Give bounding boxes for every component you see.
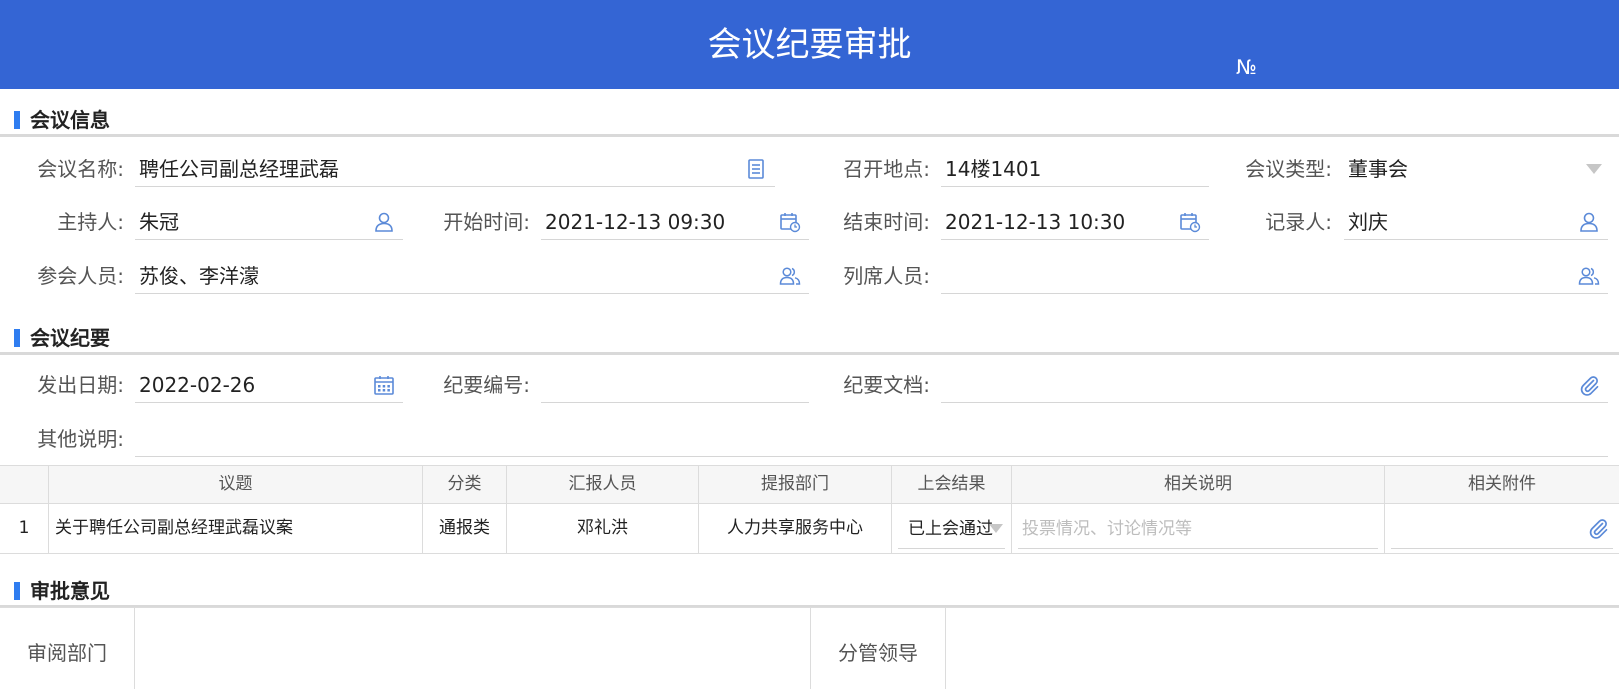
remark-cell: 投票情况、讨论情况等 — [1012, 504, 1385, 553]
remark-input[interactable]: 投票情况、讨论情况等 — [1018, 512, 1378, 549]
col-header: 相关说明 — [1012, 466, 1385, 503]
minutes-doc-field[interactable] — [941, 368, 1608, 403]
recorder-field[interactable]: 刘庆 — [1344, 205, 1608, 240]
attendees-field[interactable]: 苏俊、李洋濛 — [135, 259, 809, 294]
serial-number-label: № — [1236, 55, 1257, 79]
page-header: 会议纪要审批 № — [0, 0, 1619, 89]
review-dept-label-cell: 审阅部门 — [0, 608, 135, 689]
other-notes-field[interactable] — [135, 422, 1608, 457]
end-time-field[interactable]: 2021-12-13 10:30 — [941, 205, 1209, 240]
host-value: 朱冠 — [139, 210, 179, 234]
other-notes-label: 其他说明: — [37, 427, 124, 451]
recorder-label: 记录人: — [1265, 210, 1332, 234]
meeting-type-select[interactable]: 董事会 — [1344, 152, 1608, 186]
section-marker — [14, 582, 20, 600]
start-time-field[interactable]: 2021-12-13 09:30 — [541, 205, 809, 240]
location-label: 召开地点: — [843, 157, 930, 181]
document-list-icon[interactable] — [745, 158, 767, 180]
user-icon[interactable] — [1578, 211, 1600, 233]
section-marker — [14, 329, 20, 347]
section-marker — [14, 111, 20, 129]
page-title: 会议纪要审批 — [707, 25, 912, 65]
result-select-box[interactable]: 已上会通过 — [898, 512, 1005, 549]
col-header: 汇报人员 — [507, 466, 699, 503]
start-time-label: 开始时间: — [443, 210, 530, 234]
attachment-input[interactable] — [1391, 512, 1613, 549]
meeting-type-label: 会议类型: — [1245, 157, 1332, 181]
section-title: 会议纪要 — [30, 326, 110, 350]
users-icon[interactable] — [1578, 265, 1600, 287]
minutes-number-field[interactable] — [541, 368, 809, 403]
calendar-clock-icon[interactable] — [779, 211, 801, 233]
minutes-doc-label: 纪要文档: — [843, 373, 930, 397]
category-cell: 通报类 — [423, 504, 507, 553]
end-time-label: 结束时间: — [843, 210, 930, 234]
col-index-header — [0, 466, 49, 503]
section-approval: 审批意见 — [0, 578, 1619, 608]
issue-date-value: 2022-02-26 — [139, 373, 256, 397]
meeting-type-value: 董事会 — [1348, 157, 1408, 181]
dept-cell: 人力共享服务中心 — [699, 504, 892, 553]
leader-opinion[interactable] — [946, 608, 1619, 689]
attendees-value: 苏俊、李洋濛 — [139, 264, 259, 288]
minutes-number-label: 纪要编号: — [443, 373, 530, 397]
end-time-value: 2021-12-13 10:30 — [945, 210, 1126, 234]
observers-label: 列席人员: — [843, 264, 930, 288]
start-time-value: 2021-12-13 09:30 — [545, 210, 726, 234]
recorder-value: 刘庆 — [1348, 210, 1388, 234]
col-header: 相关附件 — [1468, 474, 1536, 494]
paperclip-icon[interactable] — [1587, 517, 1609, 539]
leader-label-cell: 分管领导 — [811, 608, 946, 689]
result-value: 已上会通过 — [908, 519, 993, 539]
paperclip-icon[interactable] — [1578, 374, 1600, 396]
section-meeting-info: 会议信息 — [0, 107, 1619, 137]
users-icon[interactable] — [779, 265, 801, 287]
approval-grid: 审阅部门 分管领导 — [0, 607, 1619, 689]
observers-field[interactable] — [941, 259, 1608, 294]
issue-date-field[interactable]: 2022-02-26 — [135, 368, 403, 403]
col-header: 上会结果 — [892, 466, 1012, 503]
location-value: 14楼1401 — [945, 157, 1042, 181]
table-row: 1 关于聘任公司副总经理武磊议案 通报类 邓礼洪 人力共享服务中心 已上会通过 … — [0, 504, 1619, 554]
chevron-down-icon[interactable] — [989, 524, 1003, 533]
section-title: 审批意见 — [30, 579, 110, 603]
issue-date-label: 发出日期: — [37, 373, 124, 397]
meeting-name-field[interactable]: 聘任公司副总经理武磊 — [135, 152, 775, 187]
agenda-table: 议题 分类 汇报人员 提报部门 上会结果 相关说明 相关附件 1 关于聘任公司副… — [0, 465, 1619, 554]
topic-cell: 关于聘任公司副总经理武磊议案 — [49, 504, 423, 553]
row-index: 1 — [0, 504, 49, 553]
result-select[interactable]: 已上会通过 — [892, 504, 1012, 553]
calendar-icon[interactable] — [373, 374, 395, 396]
chevron-down-icon[interactable] — [1586, 164, 1602, 174]
attachment-cell — [1385, 504, 1619, 553]
section-title: 会议信息 — [30, 108, 110, 132]
leader-label: 分管领导 — [838, 641, 918, 665]
attendees-label: 参会人员: — [37, 264, 124, 288]
review-dept-label: 审阅部门 — [27, 641, 107, 665]
remark-placeholder: 投票情况、讨论情况等 — [1022, 519, 1192, 539]
host-field[interactable]: 朱冠 — [135, 205, 403, 240]
reporter-cell: 邓礼洪 — [507, 504, 699, 553]
table-header: 议题 分类 汇报人员 提报部门 上会结果 相关说明 相关附件 — [0, 465, 1619, 504]
col-header: 分类 — [423, 466, 507, 503]
user-icon[interactable] — [373, 211, 395, 233]
location-field[interactable]: 14楼1401 — [941, 152, 1209, 187]
calendar-clock-icon[interactable] — [1179, 211, 1201, 233]
col-header: 议题 — [49, 466, 423, 503]
col-header: 提报部门 — [699, 466, 892, 503]
meeting-name-value: 聘任公司副总经理武磊 — [139, 157, 339, 181]
meeting-name-label: 会议名称: — [37, 157, 124, 181]
review-dept-opinion[interactable] — [135, 608, 811, 689]
host-label: 主持人: — [57, 210, 124, 234]
section-minutes: 会议纪要 — [0, 325, 1619, 355]
